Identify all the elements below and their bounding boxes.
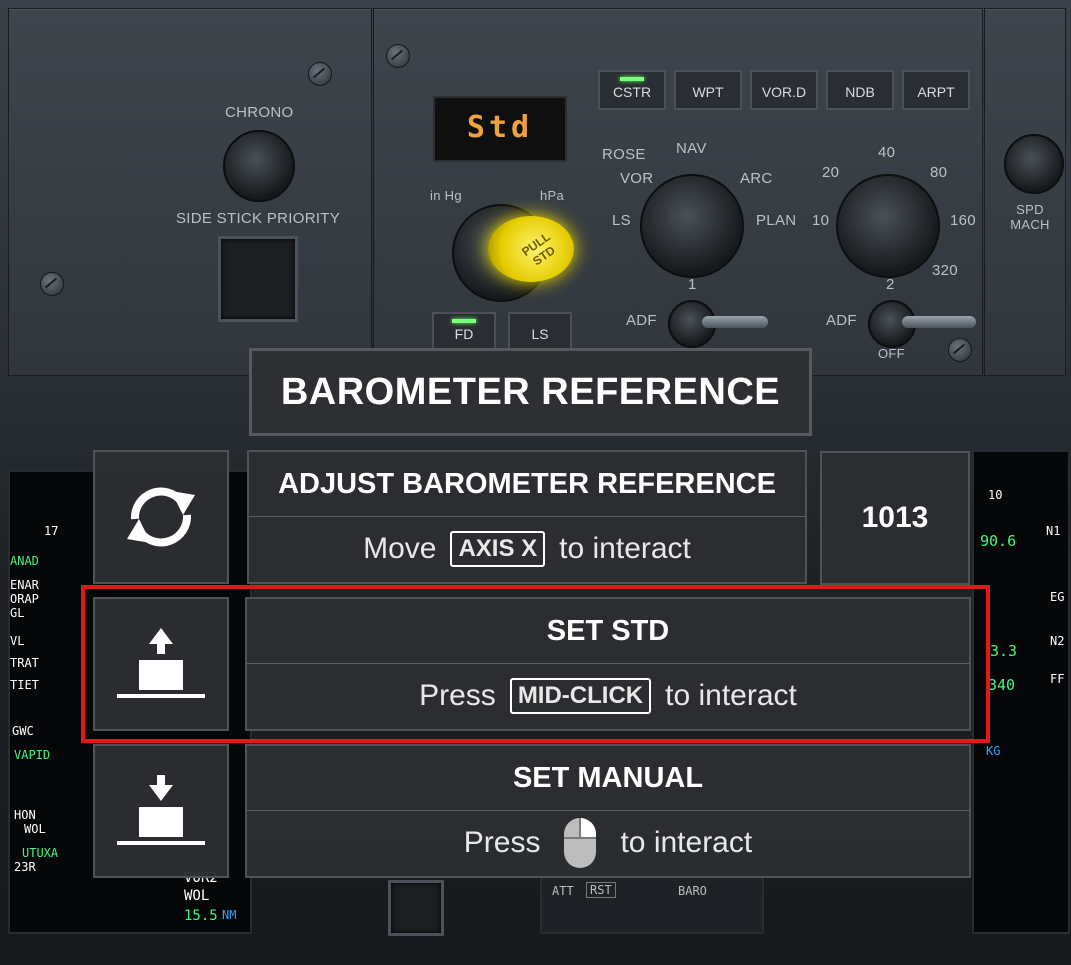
- ecam-text: KG: [986, 744, 1001, 758]
- ecam-text: 10: [988, 488, 1003, 502]
- nd-text: 23R: [14, 860, 36, 874]
- nd-text: TRAT: [10, 656, 39, 670]
- ecam-text: 90.6: [980, 532, 1017, 550]
- rst-button[interactable]: RST: [586, 882, 616, 898]
- screw: [40, 272, 64, 296]
- nd-vor-unit: NM: [222, 908, 237, 922]
- adf2-off-label: OFF: [878, 346, 905, 361]
- nd-vor-distance: 15.5: [184, 908, 218, 924]
- screw: [948, 338, 972, 362]
- range-80-label: 80: [930, 164, 948, 181]
- mode-arc-label: ARC: [740, 170, 773, 187]
- nd-text: GL: [10, 606, 25, 620]
- nd-mode-selector[interactable]: [640, 174, 744, 278]
- adf1-label: ADF: [626, 312, 657, 329]
- ecam-text: 3.3: [990, 642, 1018, 660]
- row-title: ADJUST BAROMETER REFERENCE: [249, 452, 805, 517]
- key-fd[interactable]: FD: [432, 312, 496, 352]
- nd-text: ENAR: [10, 578, 39, 592]
- row-instruction: Move AXIS X to interact: [249, 516, 805, 582]
- nd-text: GWC: [12, 724, 34, 738]
- adf2-label: ADF: [826, 312, 857, 329]
- spd-mach-label: SPD MACH: [1010, 202, 1050, 232]
- row-title: SET MANUAL: [247, 746, 969, 811]
- instruction-suffix: to interact: [559, 532, 691, 565]
- row-icon-box: [93, 450, 229, 584]
- mode-vor-label: VOR: [620, 170, 654, 187]
- mode-plan-label: PLAN: [756, 212, 797, 229]
- chrono-button[interactable]: [223, 130, 295, 202]
- ecam-text: 340: [988, 676, 1016, 694]
- ecam-text: N1: [1046, 524, 1061, 538]
- hpa-label: hPa: [540, 188, 565, 203]
- side-stick-priority-button[interactable]: [218, 236, 298, 322]
- nd-range-selector[interactable]: [836, 174, 940, 278]
- adf1-lever: [702, 316, 768, 328]
- key-wpt[interactable]: WPT: [674, 70, 742, 110]
- nd-vor-ident: WOL: [184, 888, 210, 904]
- push-down-icon: [117, 775, 205, 845]
- adf2-number-label: 2: [886, 276, 895, 293]
- nd-text: WOL: [24, 822, 46, 836]
- baro-value: 1013: [820, 451, 970, 585]
- instruction-prefix: Move: [363, 532, 437, 565]
- range-40-label: 40: [878, 144, 896, 161]
- key-arpt[interactable]: ARPT: [902, 70, 970, 110]
- axis-x-chip: AXIS X: [450, 531, 546, 567]
- adf1-number-label: 1: [688, 276, 697, 293]
- in-hg-label: in Hg: [430, 188, 462, 203]
- baro-small-label: BARO: [678, 884, 707, 898]
- mode-nav-label: NAV: [676, 140, 707, 157]
- adf2-lever: [902, 316, 976, 328]
- screw: [386, 44, 410, 68]
- baro-lcd-display: Std: [433, 96, 567, 162]
- lower-square-button[interactable]: [388, 880, 444, 936]
- nd-text: UTUXA: [22, 846, 59, 860]
- chrono-label: CHRONO: [225, 104, 294, 121]
- nd-text: VAPID: [14, 748, 51, 762]
- set-manual-row[interactable]: SET MANUAL Press to interact: [245, 744, 971, 878]
- nd-text: TIET: [10, 678, 39, 692]
- key-ndb[interactable]: NDB: [826, 70, 894, 110]
- spd-mach-button[interactable]: [1004, 134, 1064, 194]
- instruction-prefix: Press: [463, 826, 541, 859]
- key-vor-d[interactable]: VOR.D: [750, 70, 818, 110]
- tooltip-title: BAROMETER REFERENCE: [249, 348, 812, 436]
- mouse-icon: [564, 818, 597, 868]
- att-label: ATT: [552, 884, 574, 898]
- mode-ls-label: LS: [612, 212, 631, 229]
- range-160-label: 160: [950, 212, 976, 229]
- nd-text: ORAP: [10, 592, 39, 606]
- key-cstr[interactable]: CSTR: [598, 70, 666, 110]
- ecam-text: EG: [1050, 590, 1065, 604]
- ecam-text: N2: [1050, 634, 1065, 648]
- range-320-label: 320: [932, 262, 958, 279]
- key-ls[interactable]: LS: [508, 312, 572, 352]
- adjust-barometer-row[interactable]: ADJUST BAROMETER REFERENCE Move AXIS X t…: [247, 450, 807, 584]
- row-instruction: Press to interact: [247, 810, 969, 876]
- range-20-label: 20: [822, 164, 840, 181]
- row-icon-box: [93, 744, 229, 878]
- instruction-suffix: to interact: [620, 826, 753, 859]
- nd-text: ANAD: [10, 554, 39, 568]
- nd-text: 17: [44, 524, 59, 538]
- side-stick-priority-label: SIDE STICK PRIORITY: [176, 210, 341, 227]
- center-display: [540, 870, 764, 934]
- ecam-text: FF: [1050, 672, 1065, 686]
- mode-rose-label: ROSE: [602, 146, 646, 163]
- highlight-box: [81, 585, 990, 743]
- screw: [308, 62, 332, 86]
- nd-text: HON: [14, 808, 36, 822]
- nd-text: VL: [10, 634, 25, 648]
- range-10-label: 10: [812, 212, 830, 229]
- rotate-arrows-icon: [127, 487, 195, 547]
